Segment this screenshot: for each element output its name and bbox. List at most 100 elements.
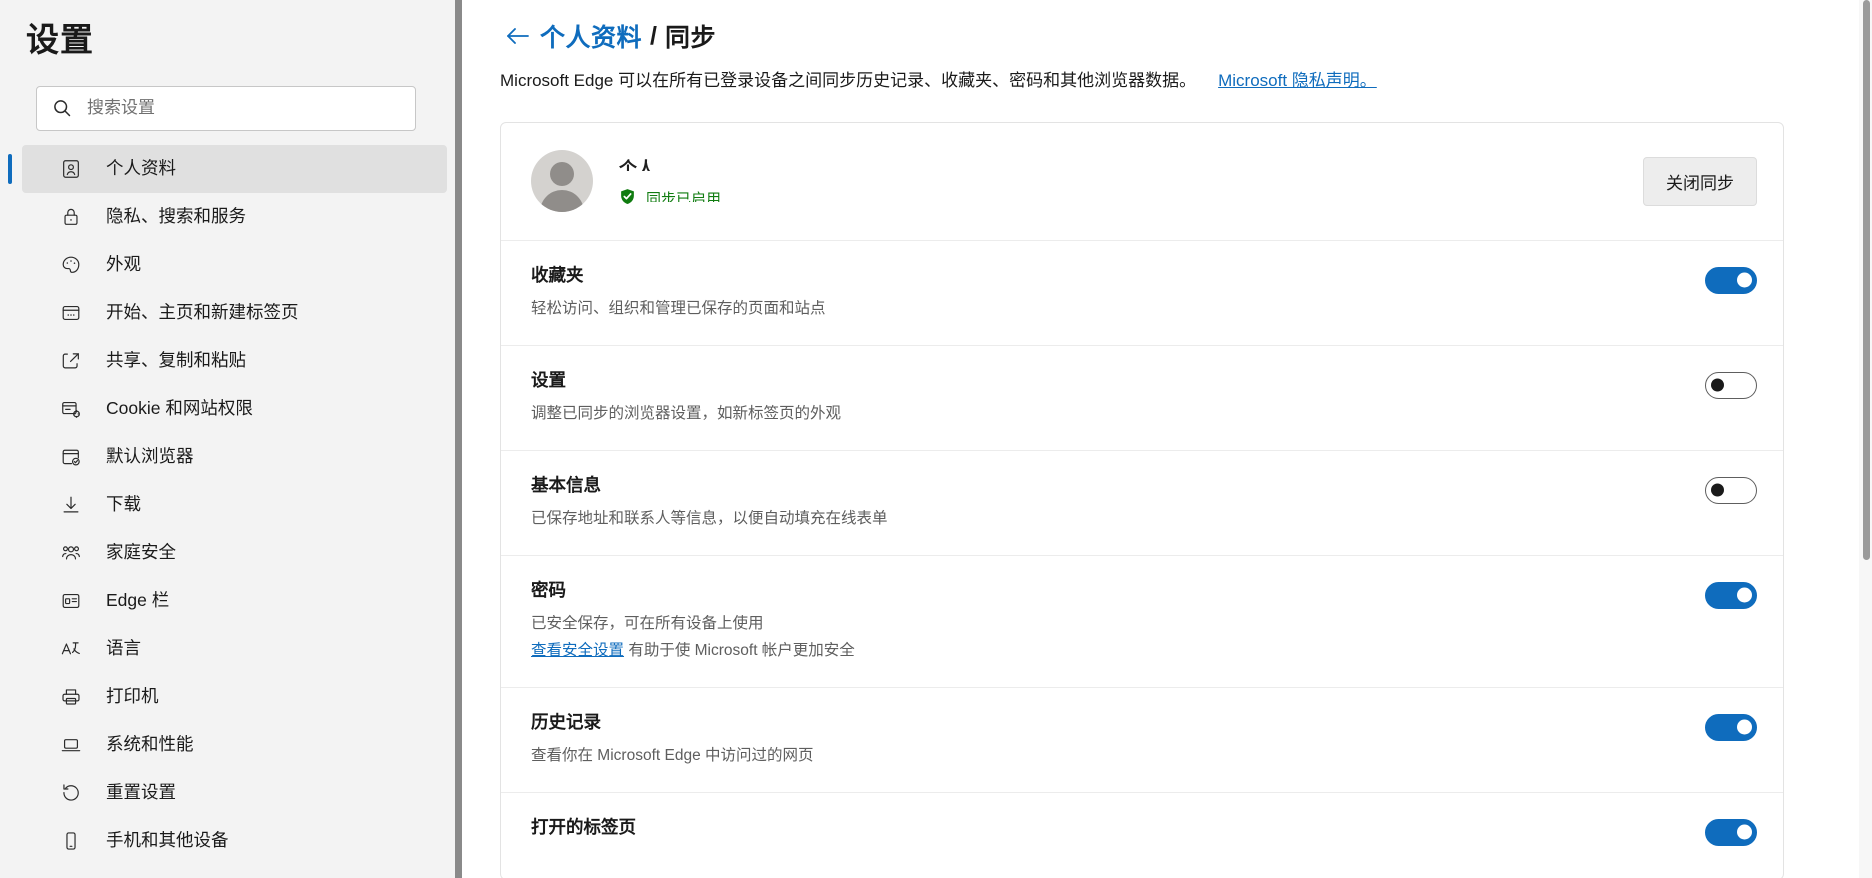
shield-check-icon: [619, 188, 636, 205]
cookie-settings-icon: [58, 396, 84, 422]
sidebar-item-label: 共享、复制和粘贴: [106, 349, 246, 370]
toggle-knob: [1711, 378, 1724, 392]
sync-toggle[interactable]: [1705, 818, 1757, 846]
new-tab-icon: [58, 300, 84, 326]
sidebar-nav: 个人资料隐私、搜索和服务 外观开始、主页和新建标签页 共享、复制和粘贴 Cookie …: [0, 144, 455, 865]
profile-name: 个人: [619, 158, 655, 171]
sync-row-title: 历史记录: [531, 711, 601, 732]
download-icon: [58, 492, 84, 518]
edge-bar-icon: [58, 588, 84, 614]
sync-description-text: Microsoft Edge 可以在所有已登录设备之间同步历史记录、收藏夹、密码…: [500, 71, 1197, 90]
sync-toggle[interactable]: [1705, 476, 1757, 504]
sync-toggle[interactable]: [1705, 266, 1757, 294]
profile-icon: [58, 156, 84, 182]
avatar-icon: [531, 150, 593, 212]
toggle-knob: [1737, 587, 1752, 603]
sync-row: 设置调整已同步的浏览器设置，如新标签页的外观: [501, 346, 1783, 451]
sidebar-item-label: 隐私、搜索和服务: [106, 205, 246, 226]
sync-toggle[interactable]: [1705, 713, 1757, 741]
sidebar-item-13[interactable]: 重置设置: [22, 769, 447, 817]
sync-row-text: 设置调整已同步的浏览器设置，如新标签页的外观: [531, 370, 1705, 426]
sidebar-item-label: Cookie 和网站权限: [106, 397, 253, 418]
sync-card: 个人 同步已启用 关闭同步 收藏夹轻松访问、组织和管理已保存的页面和站点 设置调整…: [500, 121, 1784, 878]
sync-row-title: 打开的标签页: [531, 816, 636, 837]
family-icon: [58, 540, 84, 566]
sync-row-description-2: 查看安全设置 有助于使 Microsoft 帐户更加安全: [531, 639, 1705, 663]
sidebar-item-14[interactable]: 手机和其他设备: [22, 817, 447, 865]
breadcrumb-parent[interactable]: 个人资料: [540, 18, 642, 54]
sync-row-title: 基本信息: [531, 474, 601, 495]
breadcrumb-separator: /: [650, 21, 657, 50]
sidebar-item-label: 开始、主页和新建标签页: [106, 301, 299, 322]
laptop-icon: [58, 732, 84, 758]
sidebar-item-2[interactable]: 外观: [22, 241, 447, 289]
sync-row-title: 设置: [531, 369, 566, 390]
reset-icon: [58, 780, 84, 806]
sync-description: Microsoft Edge 可以在所有已登录设备之间同步历史记录、收藏夹、密码…: [500, 68, 1872, 94]
language-icon: [58, 636, 84, 662]
sidebar-item-label: Edge 栏: [106, 589, 170, 610]
sync-row-title: 密码: [531, 579, 566, 600]
privacy-statement-link[interactable]: Microsoft 隐私声明。: [1218, 68, 1377, 94]
sidebar-item-0[interactable]: 个人资料: [8, 144, 447, 193]
sync-row: 收藏夹轻松访问、组织和管理已保存的页面和站点: [501, 241, 1783, 346]
sync-row: 密码 已安全保存，可在所有设备上使用 查看安全设置 有助于使 Microsoft 帐…: [501, 556, 1783, 688]
search-icon: [51, 97, 73, 119]
printer-icon: [58, 684, 84, 710]
sync-items-list: 收藏夹轻松访问、组织和管理已保存的页面和站点 设置调整已同步的浏览器设置，如新标签…: [501, 241, 1783, 878]
panel-divider: [455, 0, 462, 878]
share-icon: [58, 348, 84, 374]
sidebar-item-11[interactable]: 打印机: [22, 673, 447, 721]
sync-row-text: 历史记录查看你在 Microsoft Edge 中访问过的网页: [531, 712, 1705, 768]
breadcrumb-current: 同步: [664, 24, 716, 52]
search-box[interactable]: [36, 85, 416, 131]
sidebar-item-label: 系统和性能: [106, 733, 194, 754]
sync-status-text: 同步已启用: [646, 191, 722, 202]
sidebar-item-9[interactable]: Edge 栏: [22, 577, 447, 625]
sidebar-item-label: 下载: [106, 493, 141, 514]
sidebar-item-5[interactable]: Cookie 和网站权限: [22, 385, 447, 433]
sidebar-item-8[interactable]: 家庭安全: [22, 529, 447, 577]
sync-row-title: 收藏夹: [531, 264, 584, 285]
breadcrumb: 个人资料 / 同步: [500, 0, 1872, 52]
sidebar-item-label: 打印机: [106, 685, 159, 706]
sidebar-item-3[interactable]: 开始、主页和新建标签页: [22, 289, 447, 337]
turn-off-sync-button[interactable]: 关闭同步: [1643, 156, 1757, 206]
profile-info: 个人 同步已启用: [619, 146, 1643, 216]
sidebar-item-7[interactable]: 下载: [22, 481, 447, 529]
sidebar-item-label: 语言: [106, 637, 141, 658]
toggle-knob: [1737, 719, 1752, 735]
toggle-knob: [1711, 483, 1724, 497]
settings-window: 设置 个人资料隐私、搜索和服务外观开始、主页和新建标签页共享、复制和粘贴 Cook…: [0, 0, 1872, 878]
sync-row-text: 打开的标签页: [531, 817, 1705, 838]
sidebar-item-label: 家庭安全: [106, 541, 176, 562]
sidebar-item-10[interactable]: 语言: [22, 625, 447, 673]
sync-toggle[interactable]: [1705, 581, 1757, 609]
toggle-knob: [1737, 272, 1752, 288]
sidebar-item-label: 外观: [106, 253, 141, 274]
toggle-knob: [1737, 824, 1752, 840]
page-scrollbar-thumb[interactable]: [1863, 0, 1870, 560]
sidebar-item-1[interactable]: 隐私、搜索和服务: [22, 193, 447, 241]
lock-icon: [58, 204, 84, 230]
sync-toggle[interactable]: [1705, 371, 1757, 399]
palette-icon: [58, 252, 84, 278]
sync-row-text: 基本信息 已保存地址和联系人等信息，以便自动填充在线表单: [531, 475, 1705, 531]
settings-content: 个人资料 / 同步 Microsoft Edge 可以在所有已登录设备之间同步历…: [462, 0, 1872, 878]
sync-row-description: 查看你在 Microsoft Edge 中访问过的网页: [531, 746, 814, 764]
search-input[interactable]: [87, 98, 401, 119]
back-arrow-icon[interactable]: [500, 19, 536, 53]
phone-icon: [58, 828, 84, 854]
sync-row-text: 收藏夹轻松访问、组织和管理已保存的页面和站点: [531, 265, 1705, 321]
page-scrollbar-track[interactable]: [1859, 0, 1872, 878]
sidebar-item-6[interactable]: 默认浏览器: [22, 433, 447, 481]
settings-sidebar: 设置 个人资料隐私、搜索和服务外观开始、主页和新建标签页共享、复制和粘贴 Cook…: [0, 0, 455, 878]
sync-row-description: 调整已同步的浏览器设置，如新标签页的外观: [531, 404, 842, 422]
sidebar-item-4[interactable]: 共享、复制和粘贴: [22, 337, 447, 385]
sidebar-item-12[interactable]: 系统和性能: [22, 721, 447, 769]
page-title: 设置: [26, 21, 94, 58]
sidebar-item-label: 重置设置: [106, 781, 176, 802]
sync-row-description: 轻松访问、组织和管理已保存的页面和站点: [531, 299, 826, 317]
sync-row: 历史记录查看你在 Microsoft Edge 中访问过的网页: [501, 688, 1783, 793]
security-settings-link[interactable]: 查看安全设置: [531, 642, 624, 659]
